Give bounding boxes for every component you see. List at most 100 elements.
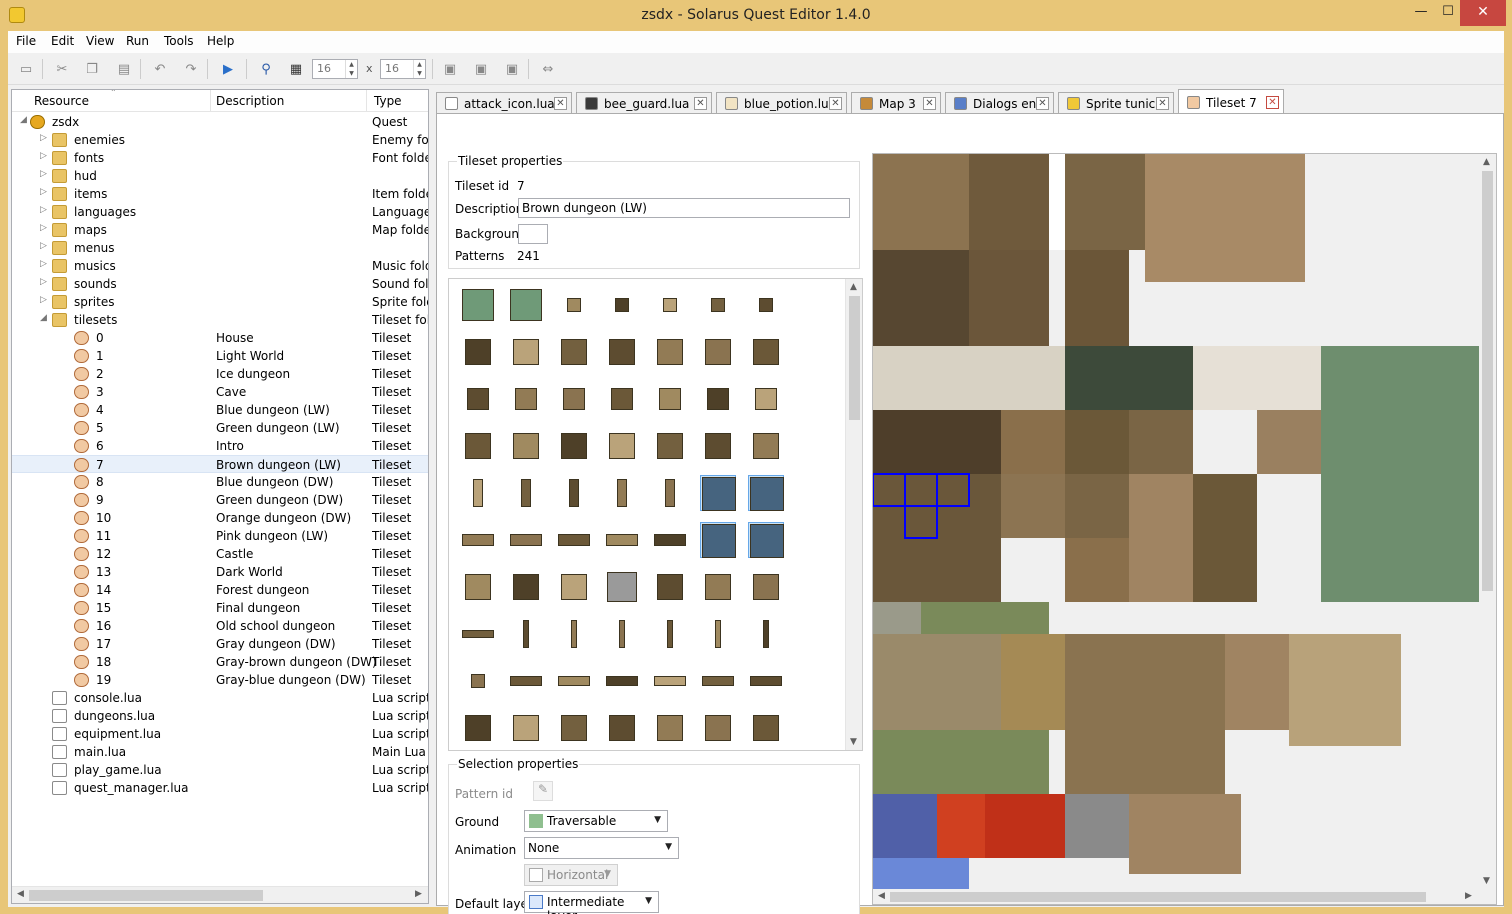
pattern-item[interactable] [604,381,640,417]
pattern-item[interactable] [556,616,592,652]
tree-horizontal-scrollbar[interactable]: ◀ ▶ [12,886,428,903]
scroll-right-icon[interactable]: ▶ [415,889,422,899]
expand-arrow-icon[interactable]: ▷ [40,223,47,233]
pattern-item[interactable] [508,475,544,511]
column-resource[interactable]: Resource [34,94,89,108]
pattern-item[interactable] [748,522,784,558]
pattern-item[interactable] [508,569,544,605]
tab-close-icon[interactable]: ✕ [923,97,936,110]
pattern-item[interactable] [604,616,640,652]
column-divider[interactable] [210,90,211,112]
pattern-item[interactable] [556,569,592,605]
menu-help[interactable]: Help [207,34,234,48]
pattern-item[interactable] [604,569,640,605]
column-description[interactable]: Description [216,94,284,108]
pattern-item[interactable] [652,710,688,746]
pattern-item[interactable] [604,663,640,699]
tree-row[interactable]: ▷ sounds Sound folder [12,275,428,293]
collapse-arrow-icon[interactable]: ◢ [40,313,47,323]
scroll-left-icon[interactable]: ◀ [17,889,24,899]
tree-row[interactable]: 2 Ice dungeon Tileset [12,365,428,383]
pattern-item[interactable] [748,475,784,511]
tree-row[interactable]: 6 Intro Tileset [12,437,428,455]
tree-row[interactable]: 3 Cave Tileset [12,383,428,401]
tree-row[interactable]: ▷ musics Music folder [12,257,428,275]
pattern-item[interactable] [556,475,592,511]
pattern-item[interactable] [748,428,784,464]
zoom-icon[interactable]: ⚲ [256,59,276,79]
tab-close-icon[interactable]: ✕ [1266,96,1279,109]
pattern-item[interactable] [508,710,544,746]
tab-0[interactable]: attack_icon.lua ✕ [436,92,572,114]
pattern-item[interactable] [460,428,496,464]
tree-row[interactable]: 4 Blue dungeon (LW) Tileset [12,401,428,419]
keyboard-icon[interactable]: ▭ [16,59,36,79]
tree-row[interactable]: 18 Gray-brown dungeon (DW) Tileset [12,653,428,671]
expand-arrow-icon[interactable]: ▷ [40,295,47,305]
pattern-item[interactable] [652,428,688,464]
scroll-right-icon[interactable]: ▶ [1465,891,1472,901]
grid-icon[interactable]: ▦ [286,59,306,79]
tree-row[interactable]: 16 Old school dungeon Tileset [12,617,428,635]
grid-width-spinbox[interactable]: 16 ▲ ▼ [312,59,358,79]
pattern-item[interactable] [604,475,640,511]
tree-row[interactable]: 1 Light World Tileset [12,347,428,365]
expand-arrow-icon[interactable]: ▷ [40,277,47,287]
pattern-item[interactable] [748,663,784,699]
pattern-item[interactable] [460,710,496,746]
tab-5[interactable]: Sprite tunic1 ✕ [1058,92,1174,114]
scroll-up-icon[interactable]: ▲ [1483,157,1490,167]
run-icon[interactable]: ▶ [218,59,238,79]
pattern-item[interactable] [652,616,688,652]
pattern-item[interactable] [700,287,736,323]
pattern-item[interactable] [700,522,736,558]
pattern-item[interactable] [460,334,496,370]
expand-arrow-icon[interactable]: ▷ [40,259,47,269]
pattern-item[interactable] [700,381,736,417]
pattern-item[interactable] [508,522,544,558]
tree-row[interactable]: quest_manager.lua Lua script [12,779,428,797]
pattern-item[interactable] [748,334,784,370]
pattern-item[interactable] [652,569,688,605]
expand-arrow-icon[interactable]: ▷ [40,187,47,197]
scrollbar-thumb[interactable] [890,892,1426,902]
tileset-view[interactable]: ▲ ▼ ◀ ▶ [872,153,1497,905]
collapse-arrow-icon[interactable]: ◢ [20,115,27,125]
tree-row[interactable]: 12 Castle Tileset [12,545,428,563]
pattern-item[interactable] [748,616,784,652]
pattern-item[interactable] [652,663,688,699]
default-layer-combobox[interactable]: Intermediate layer ▼ [524,891,659,914]
pattern-item[interactable] [652,287,688,323]
tree-row[interactable]: 5 Green dungeon (LW) Tileset [12,419,428,437]
scroll-left-icon[interactable]: ◀ [878,891,885,901]
pattern-item[interactable] [460,569,496,605]
menu-view[interactable]: View [86,34,114,48]
tree-row[interactable]: 11 Pink dungeon (LW) Tileset [12,527,428,545]
pattern-item[interactable] [652,334,688,370]
pattern-item[interactable] [460,381,496,417]
expand-arrow-icon[interactable]: ▷ [40,133,47,143]
pattern-item[interactable] [604,428,640,464]
tileset-vertical-scrollbar[interactable]: ▲ ▼ [1479,154,1496,889]
tab-1[interactable]: bee_guard.lua ✕ [576,92,712,114]
tree-row[interactable]: play_game.lua Lua script [12,761,428,779]
undo-icon[interactable]: ↶ [150,59,170,79]
ground-combobox[interactable]: Traversable ▼ [524,810,668,832]
pattern-item[interactable] [460,663,496,699]
grid-height-spinbox[interactable]: 16 ▲ ▼ [380,59,426,79]
spin-arrows-icon[interactable]: ▲ ▼ [345,60,357,78]
tree-row[interactable]: ▷ maps Map folder [12,221,428,239]
tree-row[interactable]: main.lua Main Lua script [12,743,428,761]
layer-high-icon[interactable]: ▣ [502,59,522,79]
pattern-item[interactable] [700,663,736,699]
scrollbar-thumb[interactable] [29,890,263,901]
expand-arrow-icon[interactable]: ▷ [40,151,47,161]
tree-row[interactable]: 8 Blue dungeon (DW) Tileset [12,473,428,491]
tab-close-icon[interactable]: ✕ [554,97,567,110]
tree-row[interactable]: 7 Brown dungeon (LW) Tileset [12,455,428,473]
pattern-list[interactable]: ▲ ▼ [448,278,863,751]
layer-intermediate-icon[interactable]: ▣ [471,59,491,79]
pattern-item[interactable] [700,334,736,370]
pattern-item[interactable] [604,287,640,323]
animation-combobox[interactable]: None ▼ [524,837,679,859]
